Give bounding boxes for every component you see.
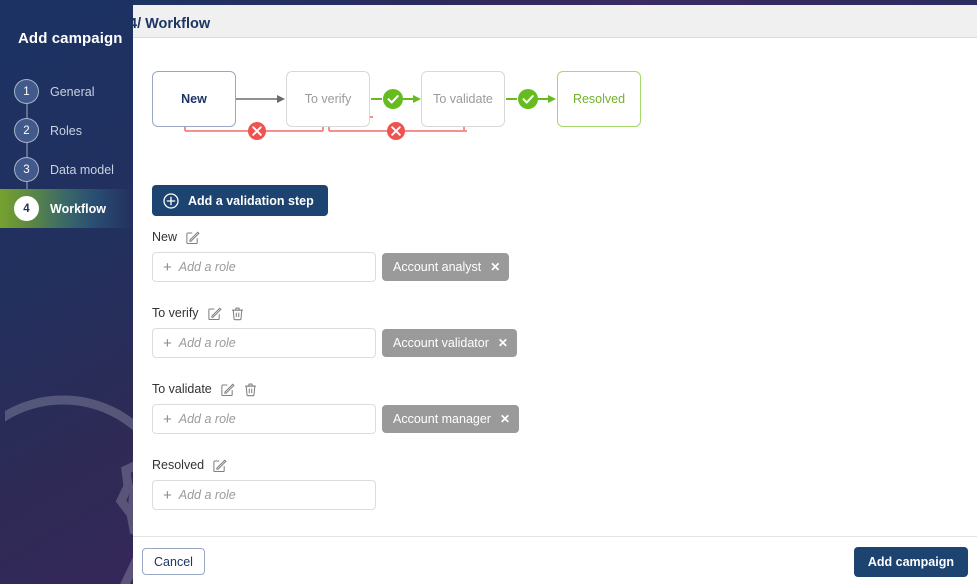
role-chip-label: Account manager bbox=[393, 412, 491, 426]
step-row-controls: + Add a role Account analyst ✕ bbox=[152, 252, 510, 282]
workflow-step-roles-list: New + Add a role Account analyst ✕ To ve… bbox=[133, 227, 977, 531]
page-title: 4/ Workflow bbox=[133, 16, 211, 32]
sidebar-item-roles[interactable]: 2 Roles bbox=[0, 111, 133, 150]
add-role-placeholder: Add a role bbox=[178, 488, 236, 502]
step-row-header: Resolved bbox=[152, 455, 227, 475]
step-row-controls: + Add a role Account manager ✕ bbox=[152, 404, 520, 434]
workflow-node-label: To verify bbox=[304, 92, 352, 106]
workflow-node-to-validate[interactable]: To validate bbox=[421, 71, 505, 127]
list-item: To verify + Add a role Account validator… bbox=[133, 303, 977, 379]
add-validation-step-label: Add a validation step bbox=[188, 193, 314, 208]
app-root: Add campaign 1 General 2 Roles 3 Data mo… bbox=[0, 0, 977, 584]
sidebar-item-label: Workflow bbox=[50, 201, 107, 216]
modal-header: 4/ Workflow bbox=[133, 5, 977, 38]
close-icon[interactable]: ✕ bbox=[490, 261, 500, 273]
sidebar-title: Add campaign bbox=[18, 30, 123, 47]
check-circle-icon-verify bbox=[383, 89, 403, 109]
workflow-node-label: Resolved bbox=[572, 92, 626, 106]
step-row-name: To validate bbox=[152, 382, 212, 396]
sidebar-item-workflow[interactable]: 4 Workflow bbox=[0, 189, 133, 228]
plus-circle-icon bbox=[163, 192, 179, 209]
role-chip: Account analyst ✕ bbox=[382, 253, 510, 281]
edit-icon[interactable] bbox=[212, 458, 227, 473]
add-validation-step-button[interactable]: Add a validation step bbox=[152, 185, 328, 216]
add-role-input[interactable]: + Add a role bbox=[152, 328, 376, 358]
transition-new-to-verify bbox=[236, 95, 285, 103]
plus-icon: + bbox=[163, 334, 172, 352]
list-item: Resolved + Add a role bbox=[133, 455, 977, 531]
add-role-input[interactable]: + Add a role bbox=[152, 252, 376, 282]
check-circle-icon-validate bbox=[518, 89, 538, 109]
plus-icon: + bbox=[163, 258, 172, 276]
add-campaign-modal: 4/ Workflow New To verify To validate Re… bbox=[133, 0, 977, 584]
trash-icon[interactable] bbox=[230, 306, 245, 321]
step-row-name: To verify bbox=[152, 306, 199, 320]
add-campaign-button[interactable]: Add campaign bbox=[853, 547, 968, 577]
workflow-node-label: To validate bbox=[433, 92, 493, 106]
sidebar-item-label: General bbox=[50, 84, 95, 99]
role-chip: Account validator ✕ bbox=[382, 329, 517, 357]
role-chip-label: Account validator bbox=[393, 336, 489, 350]
edit-icon[interactable] bbox=[220, 382, 235, 397]
list-item: To validate + Add a role Account manager… bbox=[133, 379, 977, 455]
workflow-diagram: New To verify To validate Resolved bbox=[133, 39, 977, 174]
list-item: New + Add a role Account analyst ✕ bbox=[133, 227, 977, 303]
step-number-badge: 2 bbox=[14, 118, 39, 143]
sidebar-item-data-model[interactable]: 3 Data model bbox=[0, 150, 133, 189]
trash-icon[interactable] bbox=[243, 382, 258, 397]
wizard-sidebar: Add campaign 1 General 2 Roles 3 Data mo… bbox=[0, 0, 133, 584]
add-role-input[interactable]: + Add a role bbox=[152, 404, 376, 434]
sidebar-item-label: Data model bbox=[50, 162, 114, 177]
role-chip: Account manager ✕ bbox=[382, 405, 520, 433]
step-row-controls: + Add a role Account validator ✕ bbox=[152, 328, 517, 358]
step-number-badge: 1 bbox=[14, 79, 39, 104]
modal-body: New To verify To validate Resolved Add a… bbox=[133, 39, 977, 536]
close-icon[interactable]: ✕ bbox=[500, 413, 510, 425]
step-number-badge: 4 bbox=[14, 196, 39, 221]
step-row-header: To verify bbox=[152, 303, 245, 323]
sidebar-item-general[interactable]: 1 General bbox=[0, 72, 133, 111]
plus-icon: + bbox=[163, 410, 172, 428]
wizard-steps: 1 General 2 Roles 3 Data model 4 Workflo… bbox=[0, 72, 133, 228]
workflow-node-new[interactable]: New bbox=[152, 71, 236, 127]
step-row-header: To validate bbox=[152, 379, 258, 399]
close-icon[interactable]: ✕ bbox=[498, 337, 508, 349]
step-row-header: New bbox=[152, 227, 200, 247]
add-role-input[interactable]: + Add a role bbox=[152, 480, 376, 510]
workflow-node-resolved[interactable]: Resolved bbox=[557, 71, 641, 127]
plus-icon: + bbox=[163, 486, 172, 504]
step-number-badge: 3 bbox=[14, 157, 39, 182]
step-row-name: New bbox=[152, 230, 178, 244]
add-role-placeholder: Add a role bbox=[178, 336, 236, 350]
workflow-node-to-verify[interactable]: To verify bbox=[286, 71, 370, 127]
workflow-node-label: New bbox=[181, 92, 207, 106]
step-row-controls: + Add a role bbox=[152, 480, 376, 510]
role-chip-label: Account analyst bbox=[393, 260, 482, 274]
add-role-placeholder: Add a role bbox=[178, 412, 236, 426]
cancel-button[interactable]: Cancel bbox=[142, 548, 205, 575]
sidebar-item-label: Roles bbox=[50, 123, 82, 138]
award-ribbon-watermark bbox=[5, 395, 133, 584]
edit-icon[interactable] bbox=[207, 306, 222, 321]
edit-icon[interactable] bbox=[185, 230, 200, 245]
step-row-name: Resolved bbox=[152, 458, 205, 472]
modal-footer: Cancel Add campaign bbox=[133, 536, 977, 584]
workflow-diagram-connectors bbox=[181, 89, 556, 140]
add-role-placeholder: Add a role bbox=[178, 260, 236, 274]
